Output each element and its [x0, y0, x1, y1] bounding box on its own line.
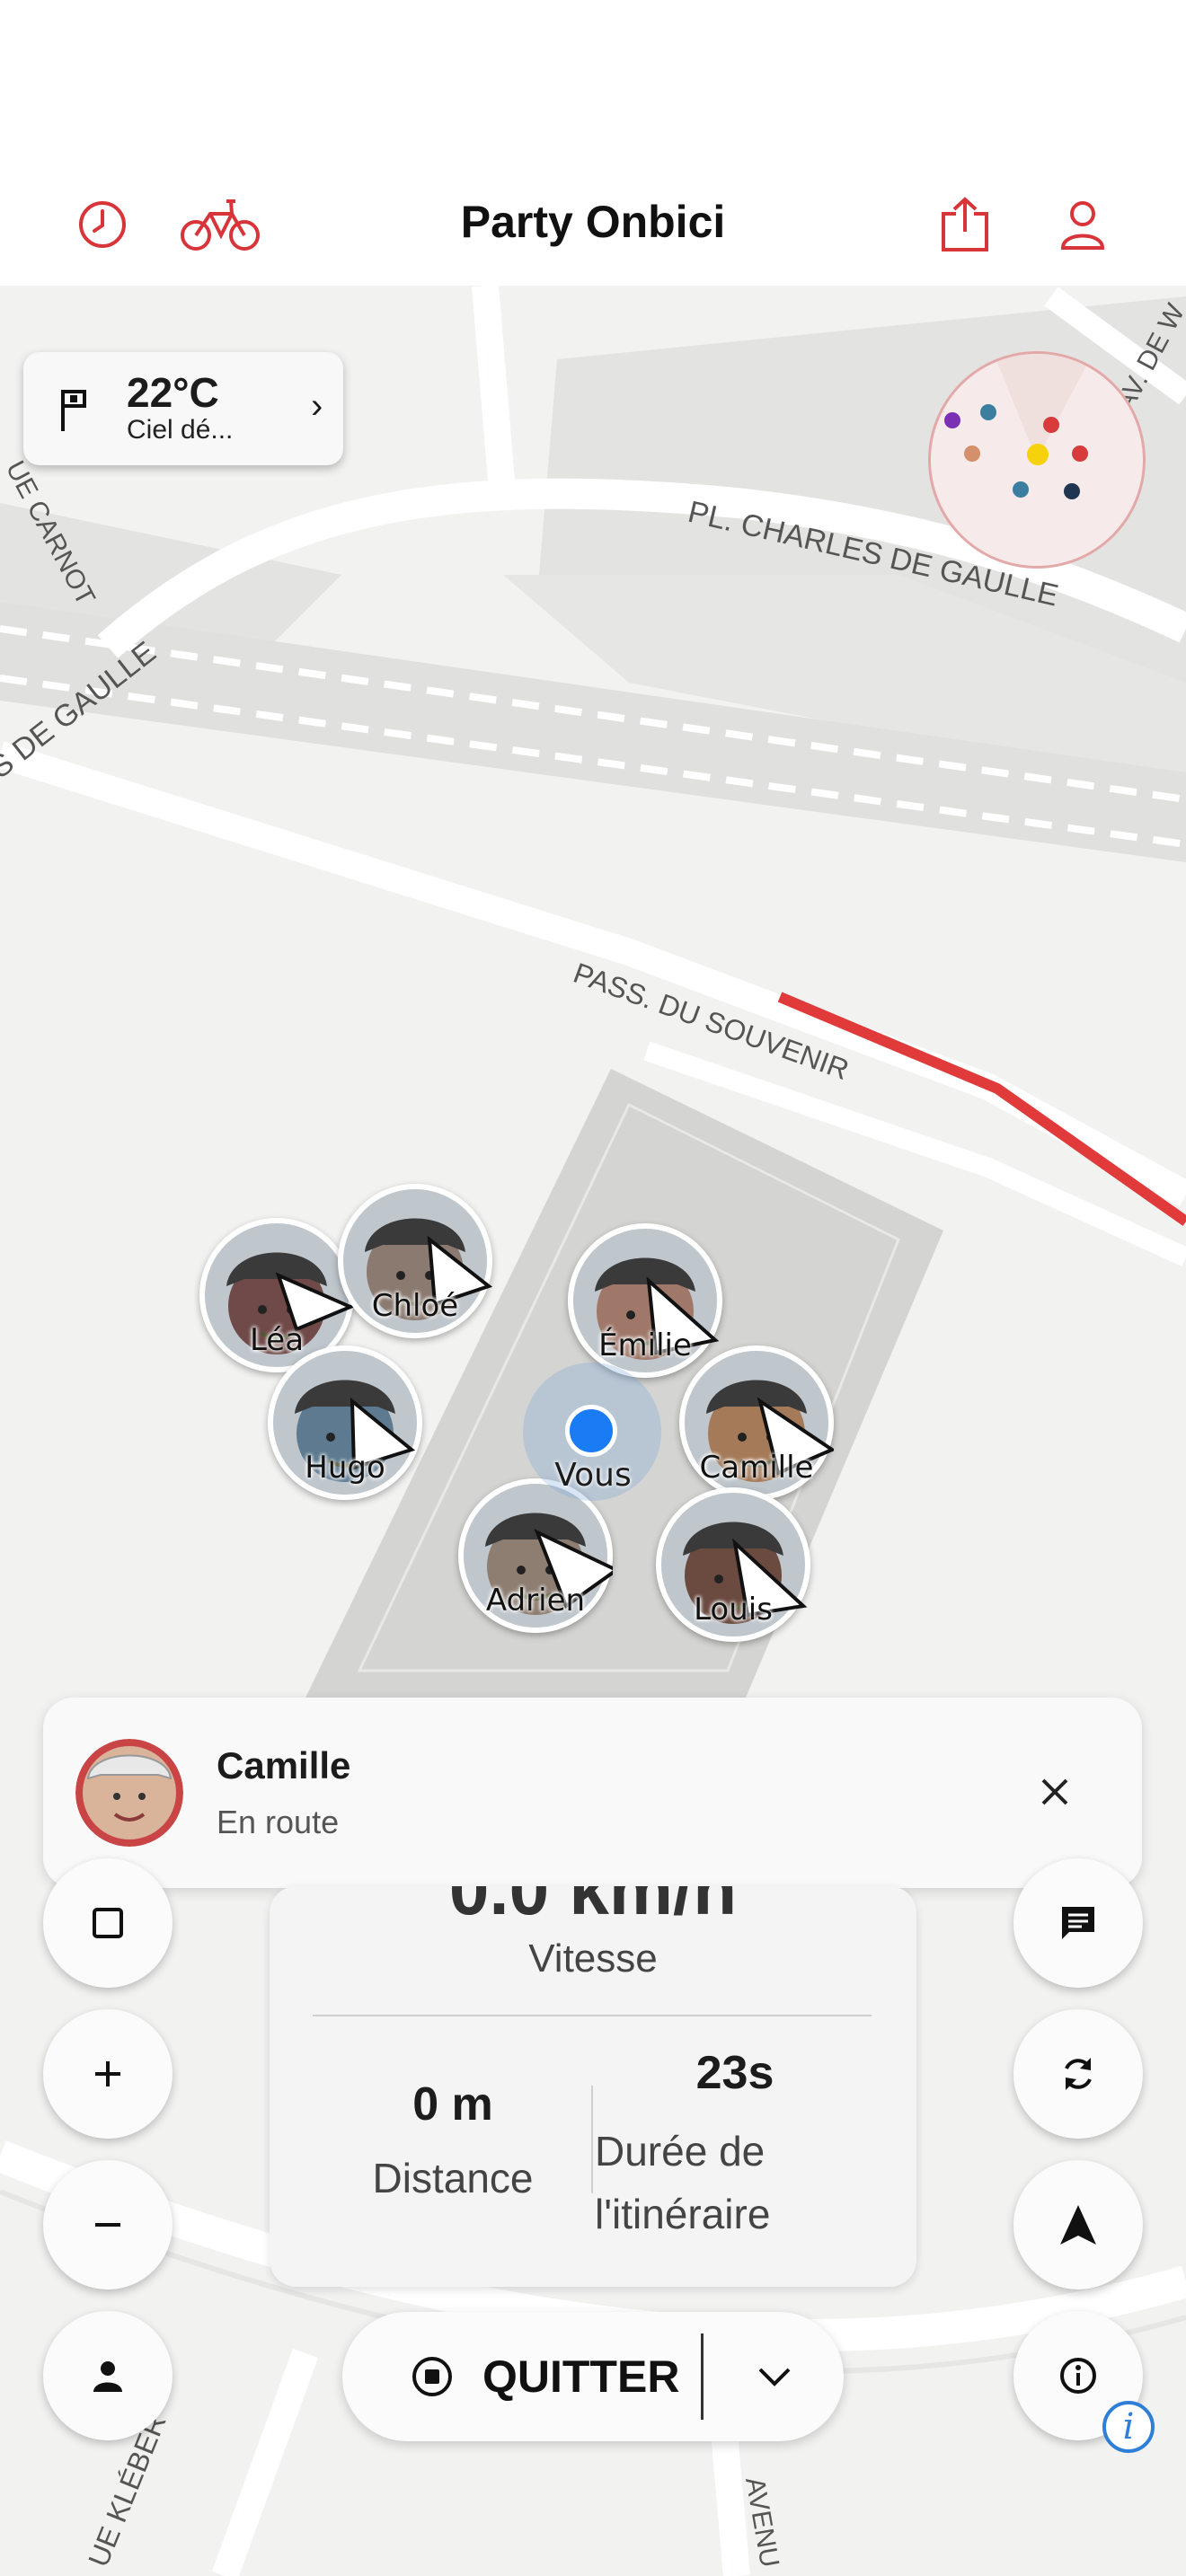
- rider-marker[interactable]: Camille: [679, 1345, 834, 1500]
- rider-name: Camille: [699, 1450, 814, 1486]
- zoom-in-icon: [95, 2061, 120, 2086]
- navigate-arrow-icon: [1060, 2205, 1096, 2245]
- stop-square-icon: [93, 1908, 123, 1938]
- chat-icon: [1062, 1907, 1094, 1939]
- notification-name: Camille: [217, 1744, 351, 1786]
- rider-marker[interactable]: Hugo: [268, 1345, 422, 1500]
- person-icon: [1060, 201, 1105, 250]
- weather-card[interactable]: 22°C Ciel dé... ›: [23, 352, 343, 465]
- divider: [313, 2015, 872, 2016]
- chat-button[interactable]: [1013, 1858, 1143, 1988]
- center-me-button[interactable]: [43, 2311, 173, 2440]
- profile-button[interactable]: [1051, 193, 1114, 256]
- radar-dot: [980, 404, 996, 420]
- quit-label: QUITTER: [482, 2351, 680, 2402]
- stop-circle-icon: [412, 2357, 452, 2396]
- quit-button[interactable]: QUITTER: [342, 2312, 844, 2441]
- radar-dot: [1027, 444, 1049, 465]
- stop-button[interactable]: [43, 1858, 173, 1988]
- radar-dot: [1043, 417, 1059, 433]
- radar-dot: [1013, 481, 1029, 498]
- rider-name: Louis: [694, 1592, 773, 1628]
- notification-status: En route: [217, 1804, 340, 1840]
- radar-dot: [1072, 446, 1088, 462]
- ride-stats-card: 0.0 km/h Vitesse 0 m Distance 23s Durée …: [270, 1886, 916, 2287]
- weather-description: Ciel dé...: [127, 415, 234, 445]
- radar-dot: [1064, 483, 1080, 499]
- close-icon: [1041, 1778, 1068, 1805]
- rider-name: Adrien: [485, 1583, 586, 1619]
- navigate-button[interactable]: [1013, 2160, 1143, 2289]
- chevron-right-icon: ›: [311, 386, 323, 426]
- close-button[interactable]: [1019, 1756, 1091, 1828]
- zoom-in-button[interactable]: [43, 2009, 173, 2139]
- info-icon: [1060, 2358, 1096, 2394]
- duration-value: 23s: [695, 2047, 774, 2099]
- divider: [591, 2086, 593, 2193]
- rider-name: Hugo: [305, 1450, 385, 1486]
- my-location-dot[interactable]: [565, 1405, 617, 1457]
- rider-marker[interactable]: Adrien: [458, 1478, 613, 1633]
- rider-marker[interactable]: Chloé: [338, 1184, 492, 1338]
- duration-label: Durée de l'itinéraire: [595, 2128, 771, 2237]
- refresh-button[interactable]: [1013, 2009, 1143, 2139]
- rider-marker[interactable]: Louis: [656, 1487, 810, 1642]
- map-attribution-info-icon[interactable]: i: [1102, 2401, 1155, 2453]
- divider: [701, 2333, 704, 2420]
- group-radar[interactable]: [928, 351, 1146, 569]
- person-icon: [93, 2361, 122, 2392]
- rider-name: Chloé: [371, 1288, 459, 1324]
- share-button[interactable]: [934, 193, 996, 256]
- flag-icon: [61, 390, 86, 431]
- speed-label: Vitesse: [528, 1936, 658, 1981]
- distance-label: Distance: [372, 2155, 534, 2201]
- radar-dot: [944, 412, 960, 428]
- avatar: [75, 1739, 183, 1847]
- my-location-label: Vous: [554, 1457, 632, 1494]
- radar-dot: [964, 446, 980, 462]
- zoom-out-button[interactable]: [43, 2160, 173, 2289]
- zoom-out-icon: [95, 2223, 120, 2227]
- rider-notification[interactable]: Camille En route: [43, 1698, 1142, 1888]
- speed-value: 0.0 km/h: [448, 1886, 738, 1929]
- share-icon: [942, 197, 988, 251]
- page-title: Party Onbici: [460, 197, 726, 247]
- refresh-icon: [1065, 2058, 1092, 2090]
- weather-temperature: 22°C: [127, 369, 219, 416]
- header-bar: Party Onbici: [0, 0, 1186, 286]
- distance-value: 0 m: [412, 2078, 493, 2130]
- chevron-down-icon[interactable]: [753, 2355, 796, 2398]
